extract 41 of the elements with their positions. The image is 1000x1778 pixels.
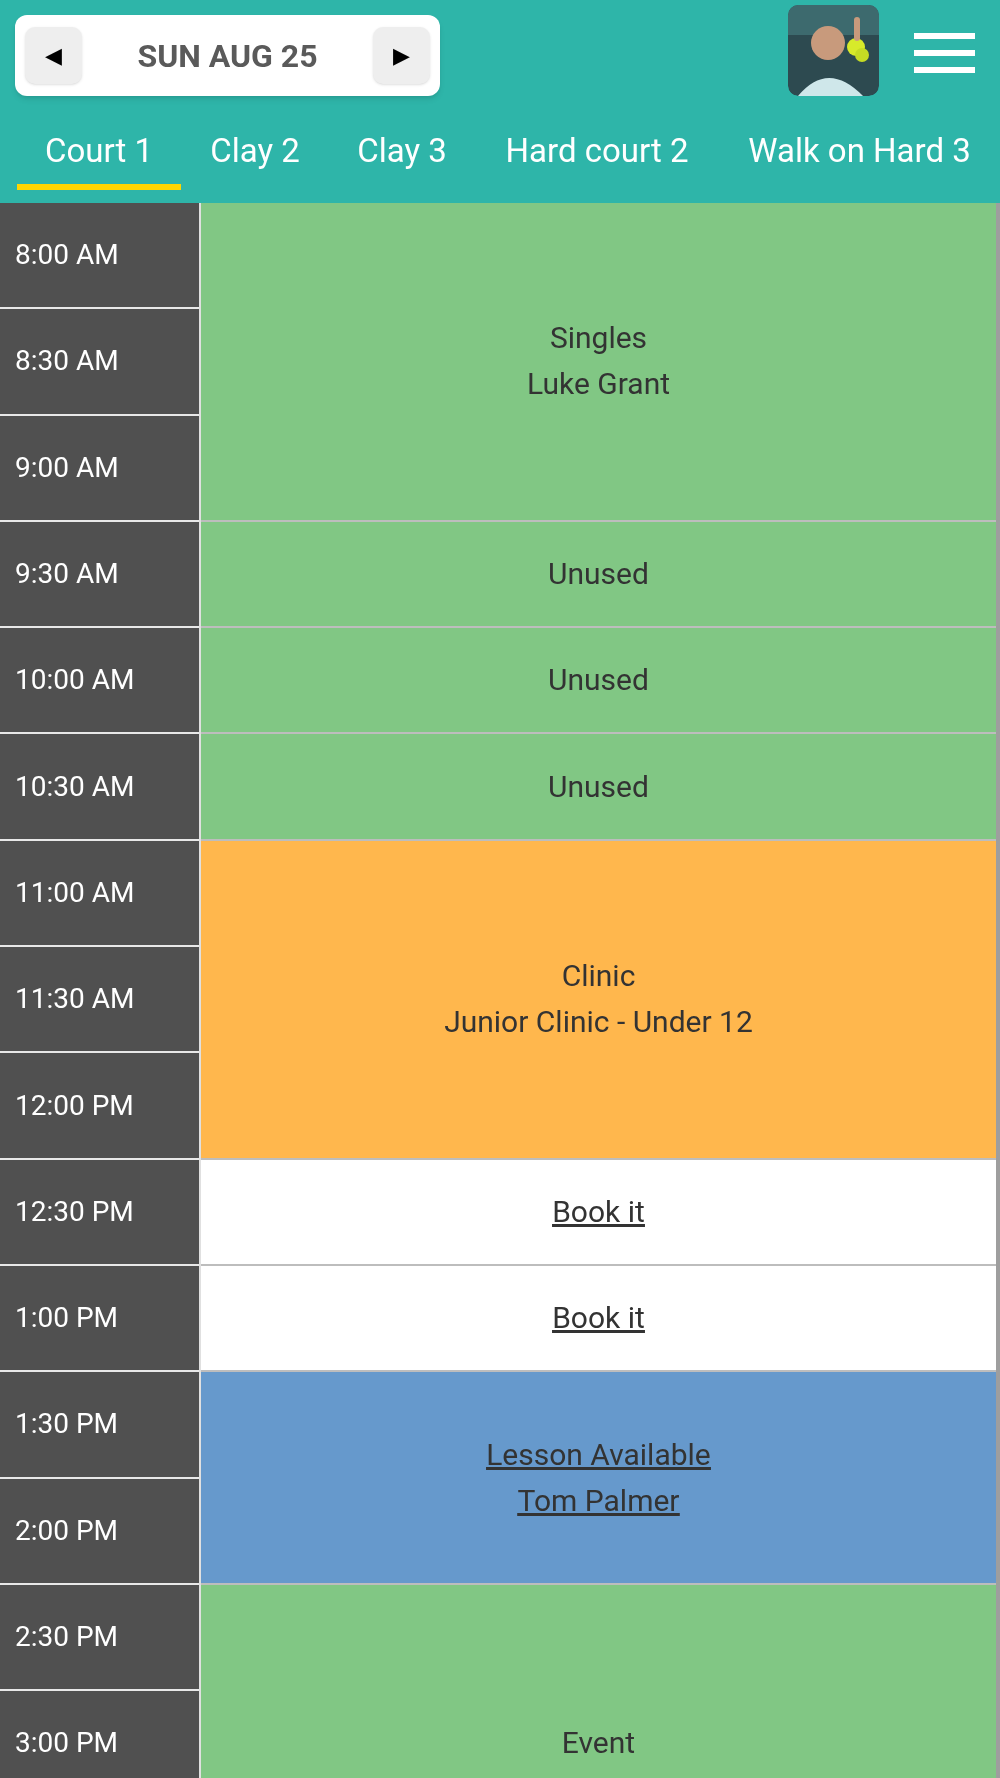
booking-slot[interactable]: Clinic Junior Clinic - Under 12 xyxy=(201,840,996,1160)
time-label: 9:30 AM xyxy=(15,556,119,593)
booking-slot[interactable]: Singles Luke Grant xyxy=(201,203,996,522)
slot-link[interactable]: Book it xyxy=(552,1295,645,1342)
time-label: 12:30 PM xyxy=(15,1193,134,1230)
time-label: 8:00 AM xyxy=(15,237,119,274)
open-slot[interactable]: Book it xyxy=(201,1265,996,1373)
time-label: 11:30 AM xyxy=(15,981,135,1018)
next-day-button[interactable]: ▶ xyxy=(373,27,430,84)
date-label: SUN AUG 25 xyxy=(137,35,318,77)
slot-text: Clinic xyxy=(561,957,636,996)
booking-slot[interactable]: Event xyxy=(201,1584,996,1778)
slot-text: Event xyxy=(561,1724,636,1763)
time-label: 8:30 AM xyxy=(15,343,119,380)
previous-day-button[interactable]: ◀ xyxy=(25,27,82,84)
time-label: 2:00 PM xyxy=(15,1512,119,1549)
slot-text: Singles xyxy=(549,319,648,358)
scrollbar[interactable] xyxy=(996,203,1000,1778)
time-label: 10:00 AM xyxy=(15,662,135,699)
slot-link[interactable]: Lesson Available xyxy=(486,1431,711,1478)
slot-link[interactable]: Tom Palmer xyxy=(517,1477,680,1524)
booking-slot[interactable]: Unused xyxy=(201,734,996,841)
slot-text: Unused xyxy=(548,555,649,594)
slot-link[interactable]: Book it xyxy=(552,1188,645,1235)
slot-text: Unused xyxy=(548,767,649,806)
booking-slot[interactable]: Unused xyxy=(201,521,996,629)
time-label: 3:00 PM xyxy=(15,1725,119,1762)
slot-text: Luke Grant xyxy=(527,365,670,404)
open-slot[interactable]: Book it xyxy=(201,1159,996,1266)
time-label: 12:00 PM xyxy=(15,1087,134,1124)
time-label: 11:00 AM xyxy=(15,874,135,911)
time-label: 2:30 PM xyxy=(15,1619,119,1655)
time-label: 10:30 AM xyxy=(15,768,135,805)
time-label: 1:00 PM xyxy=(15,1300,119,1337)
menu-icon[interactable] xyxy=(914,33,975,73)
lesson-slot[interactable]: Lesson Available Tom Palmer xyxy=(201,1372,996,1585)
slot-text: Unused xyxy=(548,661,649,700)
time-label: 1:30 PM xyxy=(15,1406,119,1443)
time-label: 9:00 AM xyxy=(15,449,119,486)
booking-slot[interactable]: Unused xyxy=(201,628,996,735)
slot-text: Junior Clinic - Under 12 xyxy=(444,1003,753,1042)
